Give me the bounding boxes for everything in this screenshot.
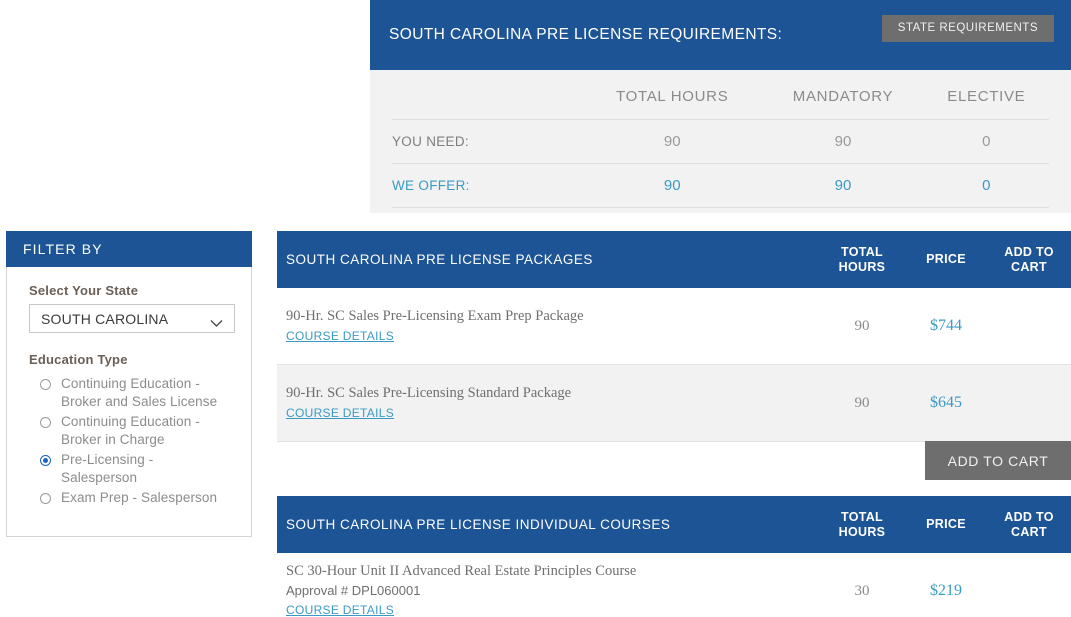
state-requirements-button[interactable]: STATE REQUIREMENTS — [881, 15, 1054, 42]
we-offer-total-hours: 90 — [582, 163, 763, 207]
radio-exam-prep-salesperson[interactable]: Exam Prep - Salesperson — [29, 489, 233, 507]
requirements-panel: SOUTH CAROLINA PRE LICENSE REQUIREMENTS:… — [370, 0, 1071, 213]
package-name-cell: 90-Hr. SC Sales Pre-Licensing Exam Prep … — [277, 298, 819, 355]
package-name: 90-Hr. SC Sales Pre-Licensing Exam Prep … — [286, 307, 584, 324]
you-need-mandatory: 90 — [762, 119, 924, 164]
requirements-footer-divider — [392, 207, 1049, 208]
course-name: SC 30-Hour Unit II Advanced Real Estate … — [286, 563, 637, 579]
package-price: $645 — [930, 394, 962, 411]
packages-column-add-to-cart: ADD TO CART — [987, 245, 1071, 275]
radio-label: Pre-Licensing - Salesperson — [61, 452, 154, 485]
individual-column-total-hours: TOTAL HOURS — [819, 510, 905, 540]
education-type-label: Education Type — [29, 352, 128, 367]
table-row: 90-Hr. SC Sales Pre-Licensing Standard P… — [277, 365, 1071, 442]
course-details-link[interactable]: COURSE DETAILS — [286, 327, 394, 346]
course-hours: 30 — [854, 582, 870, 599]
course-approval-number: Approval # DPL060001 — [286, 583, 421, 598]
package-price: $744 — [930, 317, 962, 334]
course-name-cell: SC 30-Hour Unit II Advanced Real Estate … — [277, 553, 819, 617]
course-details-link[interactable]: COURSE DETAILS — [286, 601, 394, 617]
you-need-label: YOU NEED: — [392, 119, 582, 164]
column-elective: ELECTIVE — [947, 88, 1026, 105]
you-need-elective: 0 — [923, 119, 1049, 164]
individual-column-price: PRICE — [926, 517, 966, 531]
package-name-cell: 90-Hr. SC Sales Pre-Licensing Standard P… — [277, 375, 819, 432]
packages-column-total-hours: TOTAL HOURS — [819, 245, 905, 275]
packages-column-total-hours-line1: TOTAL — [840, 244, 883, 259]
radio-icon-selected — [40, 455, 51, 466]
table-row-you-need: YOU NEED: 90 90 0 — [392, 119, 1049, 164]
page-root: SOUTH CAROLINA PRE LICENSE REQUIREMENTS:… — [0, 0, 1071, 617]
requirements-body: TOTAL HOURS MANDATORY ELECTIVE YOU NEED:… — [370, 70, 1071, 207]
course-price: $219 — [930, 582, 962, 599]
individual-column-total-hours-line1: TOTAL — [840, 509, 883, 524]
filter-panel-header: FILTER BY — [6, 231, 252, 267]
radio-label: Exam Prep - Salesperson — [61, 490, 218, 505]
individual-courses-table-title: SOUTH CAROLINA PRE LICENSE INDIVIDUAL CO… — [286, 517, 671, 532]
filter-panel-body: Select Your State SOUTH CAROLINA Educati… — [7, 267, 251, 507]
packages-table: SOUTH CAROLINA PRE LICENSE PACKAGES TOTA… — [277, 231, 1071, 442]
radio-icon — [40, 379, 51, 390]
requirements-title: SOUTH CAROLINA PRE LICENSE REQUIREMENTS: — [389, 26, 783, 43]
radio-continuing-education-broker-and-sales[interactable]: Continuing Education - Broker and Sales … — [29, 375, 233, 410]
chevron-down-icon — [210, 315, 223, 333]
column-total-hours: TOTAL HOURS — [615, 88, 729, 105]
package-hours: 90 — [854, 394, 870, 411]
you-need-total-hours: 90 — [582, 119, 763, 164]
radio-label: Continuing Education - Broker and Sales … — [61, 376, 218, 409]
course-details-link[interactable]: COURSE DETAILS — [286, 404, 394, 423]
we-offer-elective: 0 — [923, 163, 1049, 207]
package-cart-cell — [987, 317, 1071, 335]
packages-column-price: PRICE — [926, 252, 966, 266]
radio-icon — [40, 493, 51, 504]
individual-courses-table: SOUTH CAROLINA PRE LICENSE INDIVIDUAL CO… — [277, 496, 1071, 617]
state-select[interactable]: SOUTH CAROLINA — [29, 304, 235, 333]
individual-column-total-hours-line2: HOURS — [838, 524, 886, 539]
radio-icon — [40, 417, 51, 428]
table-row-we-offer: WE OFFER: 90 90 0 — [392, 163, 1049, 207]
table-row: SC 30-Hour Unit II Advanced Real Estate … — [277, 553, 1071, 617]
state-select-value: SOUTH CAROLINA — [41, 310, 169, 327]
individual-courses-table-header: SOUTH CAROLINA PRE LICENSE INDIVIDUAL CO… — [277, 496, 1071, 553]
individual-column-add-to-cart: ADD TO CART — [987, 510, 1071, 540]
we-offer-label: WE OFFER: — [392, 163, 582, 207]
filter-panel: FILTER BY Select Your State SOUTH CAROLI… — [6, 231, 252, 537]
requirements-table: TOTAL HOURS MANDATORY ELECTIVE YOU NEED:… — [392, 70, 1049, 207]
requirements-header: SOUTH CAROLINA PRE LICENSE REQUIREMENTS:… — [370, 0, 1071, 70]
column-mandatory: MANDATORY — [792, 88, 894, 105]
add-to-cart-button[interactable]: ADD TO CART — [925, 441, 1071, 480]
packages-column-cart-line2: CART — [1011, 259, 1047, 274]
we-offer-mandatory: 90 — [762, 163, 924, 207]
packages-column-total-hours-line2: HOURS — [838, 259, 886, 274]
requirements-header-row: TOTAL HOURS MANDATORY ELECTIVE — [392, 70, 1049, 120]
packages-table-header: SOUTH CAROLINA PRE LICENSE PACKAGES TOTA… — [277, 231, 1071, 288]
package-hours: 90 — [854, 317, 870, 334]
radio-pre-licensing-salesperson[interactable]: Pre-Licensing - Salesperson — [29, 451, 233, 486]
table-row: 90-Hr. SC Sales Pre-Licensing Exam Prep … — [277, 288, 1071, 365]
packages-column-cart-line1: ADD TO — [1004, 244, 1054, 259]
radio-continuing-education-broker-in-charge[interactable]: Continuing Education - Broker in Charge — [29, 413, 233, 448]
individual-column-cart-line2: CART — [1011, 524, 1047, 539]
individual-column-cart-line1: ADD TO — [1004, 509, 1054, 524]
packages-table-title: SOUTH CAROLINA PRE LICENSE PACKAGES — [286, 252, 593, 267]
radio-label: Continuing Education - Broker in Charge — [61, 414, 200, 447]
filter-panel-title: FILTER BY — [23, 241, 103, 257]
package-name: 90-Hr. SC Sales Pre-Licensing Standard P… — [286, 384, 572, 401]
course-cart-cell — [987, 582, 1071, 600]
state-select-label: Select Your State — [29, 283, 139, 298]
package-cart-cell — [987, 394, 1071, 412]
requirements-corner-cell — [392, 70, 582, 120]
